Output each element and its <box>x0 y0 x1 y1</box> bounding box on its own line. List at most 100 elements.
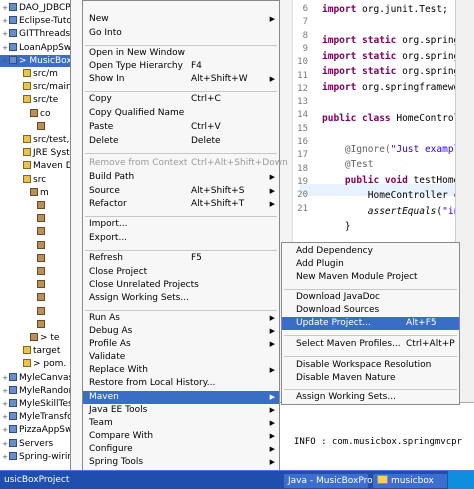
menu-item-spring-tools[interactable]: Spring Tools ▶ <box>83 456 279 469</box>
menu-item-restore-from-local-history[interactable]: Restore from Local History... <box>83 377 279 390</box>
menu-item-show-in[interactable]: Show In Alt+Shift+W ▶ <box>83 73 279 86</box>
tree-item[interactable]: src/te <box>0 94 74 106</box>
taskbar-item-musicbox-folder[interactable]: musicbox <box>372 473 448 489</box>
menu-item-disable-workspace-resolution[interactable]: Disable Workspace Resolution <box>282 359 459 372</box>
expand-toggle-icon[interactable]: + <box>2 55 8 67</box>
menu-item-add-plugin[interactable]: Add Plugin <box>282 258 459 271</box>
menu-item-go-into[interactable]: Go Into <box>83 27 279 40</box>
menu-item-copy[interactable]: Copy Ctrl+C <box>83 93 279 106</box>
tree-item[interactable]: + GITThreads <box>0 28 74 40</box>
tree-item[interactable] <box>0 319 74 331</box>
expand-toggle-icon[interactable]: + <box>2 28 8 40</box>
tree-item[interactable]: + Spring-wirin <box>0 451 74 463</box>
menu-item-copy-qualified-name[interactable]: Copy Qualified Name <box>83 107 279 120</box>
menu-item-disable-maven-nature[interactable]: Disable Maven Nature <box>282 372 459 385</box>
tree-item[interactable]: + MyleRandon <box>0 385 74 397</box>
tree-item[interactable] <box>0 226 74 238</box>
tree-item[interactable]: > pom. <box>0 358 74 370</box>
expand-toggle-icon[interactable]: + <box>2 2 8 14</box>
menu-separator <box>85 91 277 92</box>
menu-item-team[interactable]: Team ▶ <box>83 417 279 430</box>
tree-item[interactable]: + LoanAppSw <box>0 42 74 54</box>
tree-item[interactable]: + PizzaAppSw <box>0 424 74 436</box>
menu-item-select-maven-profiles[interactable]: Select Maven Profiles... Ctrl+Alt+P <box>282 338 459 351</box>
menu-item-shortcut: Ctrl+Alt+P <box>406 339 455 349</box>
expand-toggle-icon[interactable]: + <box>2 372 8 384</box>
tree-item-label: > te <box>40 333 60 343</box>
tree-item[interactable]: src/main <box>0 81 74 93</box>
menu-item-run-as[interactable]: Run As ▶ <box>83 312 279 325</box>
menu-item-configure[interactable]: Configure ▶ <box>83 443 279 456</box>
menu-item-update-project[interactable]: Update Project... Alt+F5 <box>282 317 459 330</box>
tree-item[interactable]: + Eclipse-Tuto <box>0 15 74 27</box>
menu-item-build-path[interactable]: Build Path ▶ <box>83 171 279 184</box>
menu-item-compare-with[interactable]: Compare With ▶ <box>83 430 279 443</box>
expand-toggle-icon[interactable]: + <box>2 385 8 397</box>
menu-item-open-type-hierarchy[interactable]: Open Type Hierarchy F4 <box>83 60 279 73</box>
menu-item-close-unrelated-projects[interactable]: Close Unrelated Projects <box>83 279 279 292</box>
menu-item-maven[interactable]: Maven ▶ <box>83 391 279 404</box>
tree-item[interactable]: target <box>0 345 74 357</box>
tree-item[interactable] <box>0 292 74 304</box>
tree-item[interactable]: + MyleCanvas <box>0 372 74 384</box>
menu-item-download-javadoc[interactable]: Download JavaDoc <box>282 291 459 304</box>
expand-toggle-icon[interactable]: + <box>2 411 8 423</box>
menu-item-profile-as[interactable]: Profile As ▶ <box>83 338 279 351</box>
tree-item[interactable]: src/m <box>0 68 74 80</box>
project-icon <box>9 372 17 381</box>
tree-item[interactable] <box>0 253 74 265</box>
tree-item[interactable] <box>0 266 74 278</box>
tree-item[interactable]: > te <box>0 332 74 344</box>
menu-item-paste[interactable]: Paste Ctrl+V <box>83 121 279 134</box>
menu-item-new[interactable]: New ▶ <box>83 13 279 26</box>
menu-item-validate[interactable]: Validate <box>83 351 279 364</box>
tree-item[interactable]: Maven D <box>0 160 74 172</box>
tree-item[interactable]: src/test, <box>0 134 74 146</box>
menu-item-remove-from-context: Remove from Context Ctrl+Alt+Shift+Down <box>83 157 288 170</box>
menu-item-refresh[interactable]: Refresh F5 <box>83 252 279 265</box>
tree-item[interactable]: src <box>0 174 74 186</box>
menu-item-java-ee-tools[interactable]: Java EE Tools ▶ <box>83 404 279 417</box>
menu-item-refactor[interactable]: Refactor Alt+Shift+T ▶ <box>83 198 279 211</box>
tree-item-label: m <box>40 187 49 198</box>
expand-toggle-icon[interactable]: + <box>2 424 8 436</box>
expand-toggle-icon[interactable]: + <box>2 15 8 27</box>
tree-item[interactable]: + > MusicBox <box>0 54 74 67</box>
tree-item-label: PizzaAppSw <box>19 425 73 436</box>
menu-item-open-in-new-window[interactable]: Open in New Window <box>83 47 279 60</box>
menu-item-close-project[interactable]: Close Project <box>83 266 279 279</box>
tree-item[interactable]: + DAO_JDBCProject <box>0 2 74 14</box>
tree-item-label: LoanAppSw <box>19 42 72 53</box>
menu-item-debug-as[interactable]: Debug As ▶ <box>83 325 279 338</box>
taskbar-item-musicboxproject[interactable]: usicBoxProject <box>0 473 78 487</box>
menu-item-replace-with[interactable]: Replace With ▶ <box>83 364 279 377</box>
menu-item-assign-working-sets[interactable]: Assign Working Sets... <box>83 292 279 305</box>
tree-item[interactable]: co <box>0 108 74 120</box>
tree-item[interactable] <box>0 121 74 133</box>
code-line: import static org.springfr <box>322 35 471 46</box>
expand-toggle-icon[interactable]: + <box>2 398 8 410</box>
menu-item-import[interactable]: Import... <box>83 218 279 231</box>
tree-item[interactable]: JRE Syst <box>0 147 74 159</box>
tree-item[interactable]: + MyleTransfo <box>0 411 74 423</box>
tree-item[interactable] <box>0 306 74 318</box>
expand-toggle-icon[interactable]: + <box>2 438 8 450</box>
menu-item-delete[interactable]: Delete Delete <box>83 135 279 148</box>
tree-item[interactable] <box>0 279 74 291</box>
menu-item-assign-working-sets[interactable]: Assign Working Sets... <box>282 391 459 404</box>
menu-item-download-sources[interactable]: Download Sources <box>282 304 459 317</box>
tree-item[interactable]: m <box>0 187 74 199</box>
tree-item[interactable] <box>0 213 74 225</box>
expand-toggle-icon[interactable]: + <box>2 451 8 463</box>
menu-item-export[interactable]: Export... <box>83 232 279 245</box>
tree-item[interactable]: + MyleSkillTest <box>0 398 74 410</box>
menu-item-new-maven-module-project[interactable]: New Maven Module Project <box>282 271 459 284</box>
menu-item-source[interactable]: Source Alt+Shift+S ▶ <box>83 185 279 198</box>
taskbar-item-java-eclipse[interactable]: Java - MusicBoxPro... <box>283 473 381 489</box>
menu-item-add-dependency[interactable]: Add Dependency <box>282 245 459 258</box>
expand-toggle-icon[interactable]: + <box>2 42 8 54</box>
tree-item[interactable] <box>0 200 74 212</box>
tree-item[interactable] <box>0 240 74 252</box>
tree-item[interactable]: + Servers <box>0 438 74 450</box>
